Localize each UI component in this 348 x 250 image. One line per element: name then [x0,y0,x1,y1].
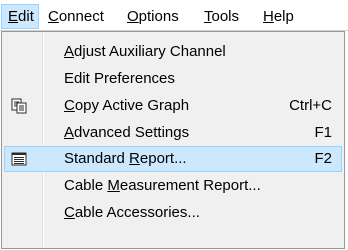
menu-options[interactable]: Options [127,5,179,28]
report-icon [11,152,27,166]
menu-help-label: Help [263,8,294,25]
menu-item-cable-measurement-report[interactable]: Cable Measurement Report... [4,173,342,199]
edit-dropdown-menu: Adjust Auxiliary Channel Edit Preference… [1,31,345,249]
menu-item-standard-report[interactable]: Standard Report... F2 [4,146,342,172]
menu-item-copy-active-graph[interactable]: Copy Active Graph Ctrl+C [4,93,342,119]
menu-item-label: Adjust Auxiliary Channel [64,43,226,60]
menu-edit-label: Edit [8,8,34,25]
menu-tools[interactable]: Tools [204,5,239,28]
menu-item-cable-accessories[interactable]: Cable Accessories... [4,200,342,226]
menu-edit[interactable]: Edit [1,4,39,29]
menu-item-label: Edit Preferences [64,70,175,87]
menu-connect-label: Connect [48,8,104,25]
menu-options-label: Options [127,8,179,25]
menu-tools-label: Tools [204,8,240,25]
menu-item-edit-preferences[interactable]: Edit Preferences [4,66,342,92]
menu-item-label: Cable Measurement Report... [64,177,261,194]
shortcut-label: Ctrl+C [289,97,332,114]
menu-connect[interactable]: Connect [48,5,104,28]
menu-item-adjust-auxiliary-channel[interactable]: Adjust Auxiliary Channel [4,39,342,65]
menu-help[interactable]: Help [263,5,294,28]
copy-icon [11,98,27,114]
menu-item-label: Standard Report... [64,150,187,167]
shortcut-label: F1 [314,124,332,141]
menu-item-label: Advanced Settings [64,124,190,141]
menu-item-label: Copy Active Graph [64,97,190,114]
menu-bar: Edit Connect Options Tools Help [0,0,348,31]
menu-item-advanced-settings[interactable]: Advanced Settings F1 [4,120,342,146]
menu-item-label: Cable Accessories... [64,204,200,221]
shortcut-label: F2 [314,150,332,167]
